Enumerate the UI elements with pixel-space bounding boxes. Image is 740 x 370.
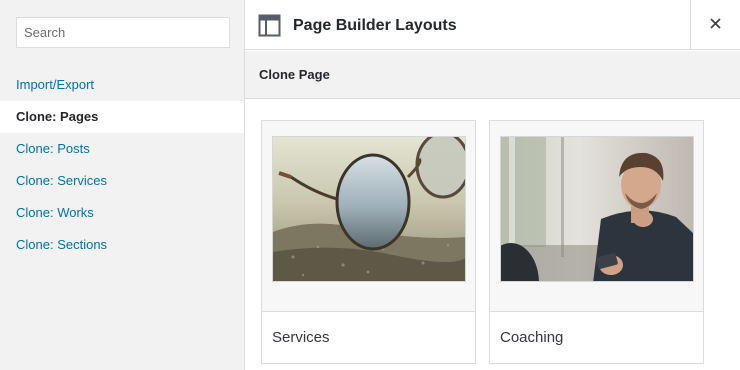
sidebar-item-import-export[interactable]: Import/Export bbox=[0, 69, 244, 101]
sidebar-item-clone-works[interactable]: Clone: Works bbox=[0, 197, 244, 229]
section-title: Clone Page bbox=[259, 67, 330, 82]
layout-icon bbox=[258, 14, 281, 37]
layout-card-services[interactable]: Services bbox=[261, 120, 476, 364]
search-input[interactable] bbox=[16, 17, 230, 48]
sidebar-item-clone-pages[interactable]: Clone: Pages bbox=[0, 101, 244, 133]
layout-thumbnail bbox=[500, 136, 694, 282]
sidebar-item-clone-sections[interactable]: Clone: Sections bbox=[0, 229, 244, 261]
layout-label: Services bbox=[262, 311, 475, 363]
layout-label: Coaching bbox=[490, 311, 703, 363]
layout-thumbnail bbox=[272, 136, 466, 282]
close-icon bbox=[710, 16, 721, 34]
layout-card-coaching[interactable]: Coaching bbox=[489, 120, 704, 364]
sidebar-item-clone-services[interactable]: Clone: Services bbox=[0, 165, 244, 197]
modal-header: Page Builder Layouts bbox=[245, 0, 740, 50]
sidebar-menu: Import/Export Clone: Pages Clone: Posts … bbox=[0, 69, 244, 261]
page-title: Page Builder Layouts bbox=[293, 17, 457, 34]
sidebar: Import/Export Clone: Pages Clone: Posts … bbox=[0, 0, 245, 370]
sidebar-item-clone-posts[interactable]: Clone: Posts bbox=[0, 133, 244, 165]
close-button[interactable] bbox=[690, 0, 740, 50]
section-header: Clone Page bbox=[245, 51, 740, 99]
